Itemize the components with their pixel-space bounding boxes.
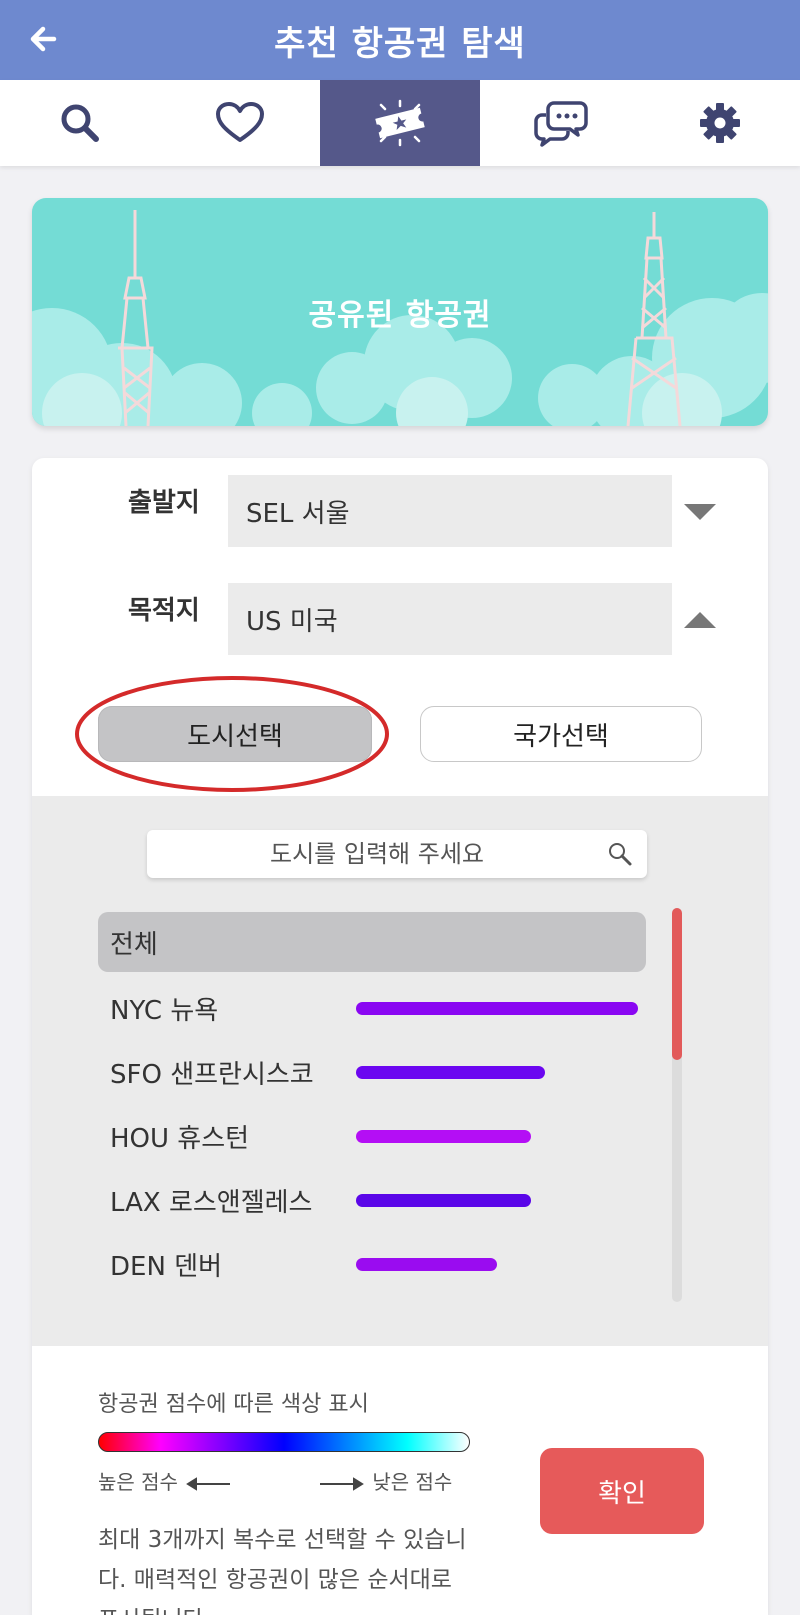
tab-favorites[interactable] (160, 80, 320, 166)
list-item[interactable]: HOU 휴스턴 (98, 1104, 646, 1168)
departure-select[interactable]: SEL 서울 (228, 475, 672, 547)
list-item-label: LAX 로스앤젤레스 (110, 1187, 313, 1218)
score-color-gradient (98, 1432, 470, 1452)
ticket-icon (375, 99, 425, 147)
score-bar (356, 1257, 497, 1271)
city-select-button[interactable]: 도시선택 (98, 706, 372, 762)
tab-settings[interactable] (640, 80, 800, 166)
chevron-down-icon[interactable] (684, 504, 716, 520)
arrow-right-icon (320, 1476, 364, 1491)
tab-search[interactable] (0, 80, 160, 166)
app-header: 추천 항공권 탐색 (0, 0, 800, 80)
chevron-up-icon[interactable] (684, 612, 716, 628)
arrow-left-icon (186, 1476, 231, 1491)
destination-select[interactable]: US 미국 (228, 583, 672, 655)
search-form-card: 출발지 SEL 서울 목적지 US 미국 도시선택 국가선택 전체 NYC 뉴욕… (32, 458, 768, 1615)
departure-label: 출발지 (128, 488, 200, 518)
score-bar (356, 1001, 638, 1015)
page-title: 추천 항공권 탐색 (274, 24, 526, 64)
chat-icon (534, 101, 588, 147)
tab-tickets[interactable] (320, 80, 480, 166)
list-item-label: 전체 (110, 929, 158, 960)
city-list: 전체 NYC 뉴욕 SFO 샌프란시스코 HOU 휴스턴 LAX 로스앤젤레스 … (98, 912, 646, 1296)
city-search-box[interactable] (147, 830, 647, 878)
tab-bar (0, 80, 800, 166)
legend-high-label: 높은 점수 (98, 1470, 178, 1494)
gear-icon (700, 103, 740, 143)
score-bar (356, 1065, 545, 1079)
list-item[interactable]: LAX 로스앤젤레스 (98, 1168, 646, 1232)
scrollbar-thumb[interactable] (672, 908, 682, 1060)
selection-note: 최대 3개까지 복수로 선택할 수 있습니다. 매력적인 항공권이 많은 순서대… (98, 1527, 467, 1615)
legend-high: 높은 점수 (98, 1466, 232, 1495)
search-icon[interactable] (607, 841, 633, 867)
list-item-label: DEN 덴버 (110, 1251, 223, 1282)
confirm-button[interactable]: 확인 (540, 1448, 704, 1534)
list-item[interactable]: SFO 샌프란시스코 (98, 1040, 646, 1104)
score-bar (356, 1193, 531, 1207)
list-item[interactable]: NYC 뉴욕 (98, 976, 646, 1040)
score-bar (356, 1129, 531, 1143)
list-item-label: HOU 휴스턴 (110, 1123, 250, 1154)
shared-tickets-banner[interactable]: 공유된 항공권 (32, 198, 768, 426)
list-item[interactable]: DEN 덴버 (98, 1232, 646, 1296)
list-item-label: SFO 샌프란시스코 (110, 1059, 314, 1090)
heart-icon (216, 102, 264, 142)
list-item-label: NYC 뉴욕 (110, 995, 219, 1026)
legend-title: 항공권 점수에 따른 색상 표시 (98, 1392, 369, 1417)
search-icon (61, 104, 99, 142)
tab-chat[interactable] (480, 80, 640, 166)
city-list-panel: 전체 NYC 뉴욕 SFO 샌프란시스코 HOU 휴스턴 LAX 로스앤젤레스 … (32, 796, 768, 1346)
country-select-button[interactable]: 국가선택 (420, 706, 702, 762)
legend-low-label: 낮은 점수 (372, 1470, 453, 1494)
city-search-input[interactable] (147, 830, 647, 878)
list-item-all[interactable]: 전체 (98, 912, 646, 972)
banner-title: 공유된 항공권 (308, 298, 492, 333)
legend-low: 낮은 점수 (318, 1466, 452, 1495)
destination-label: 목적지 (128, 596, 200, 626)
